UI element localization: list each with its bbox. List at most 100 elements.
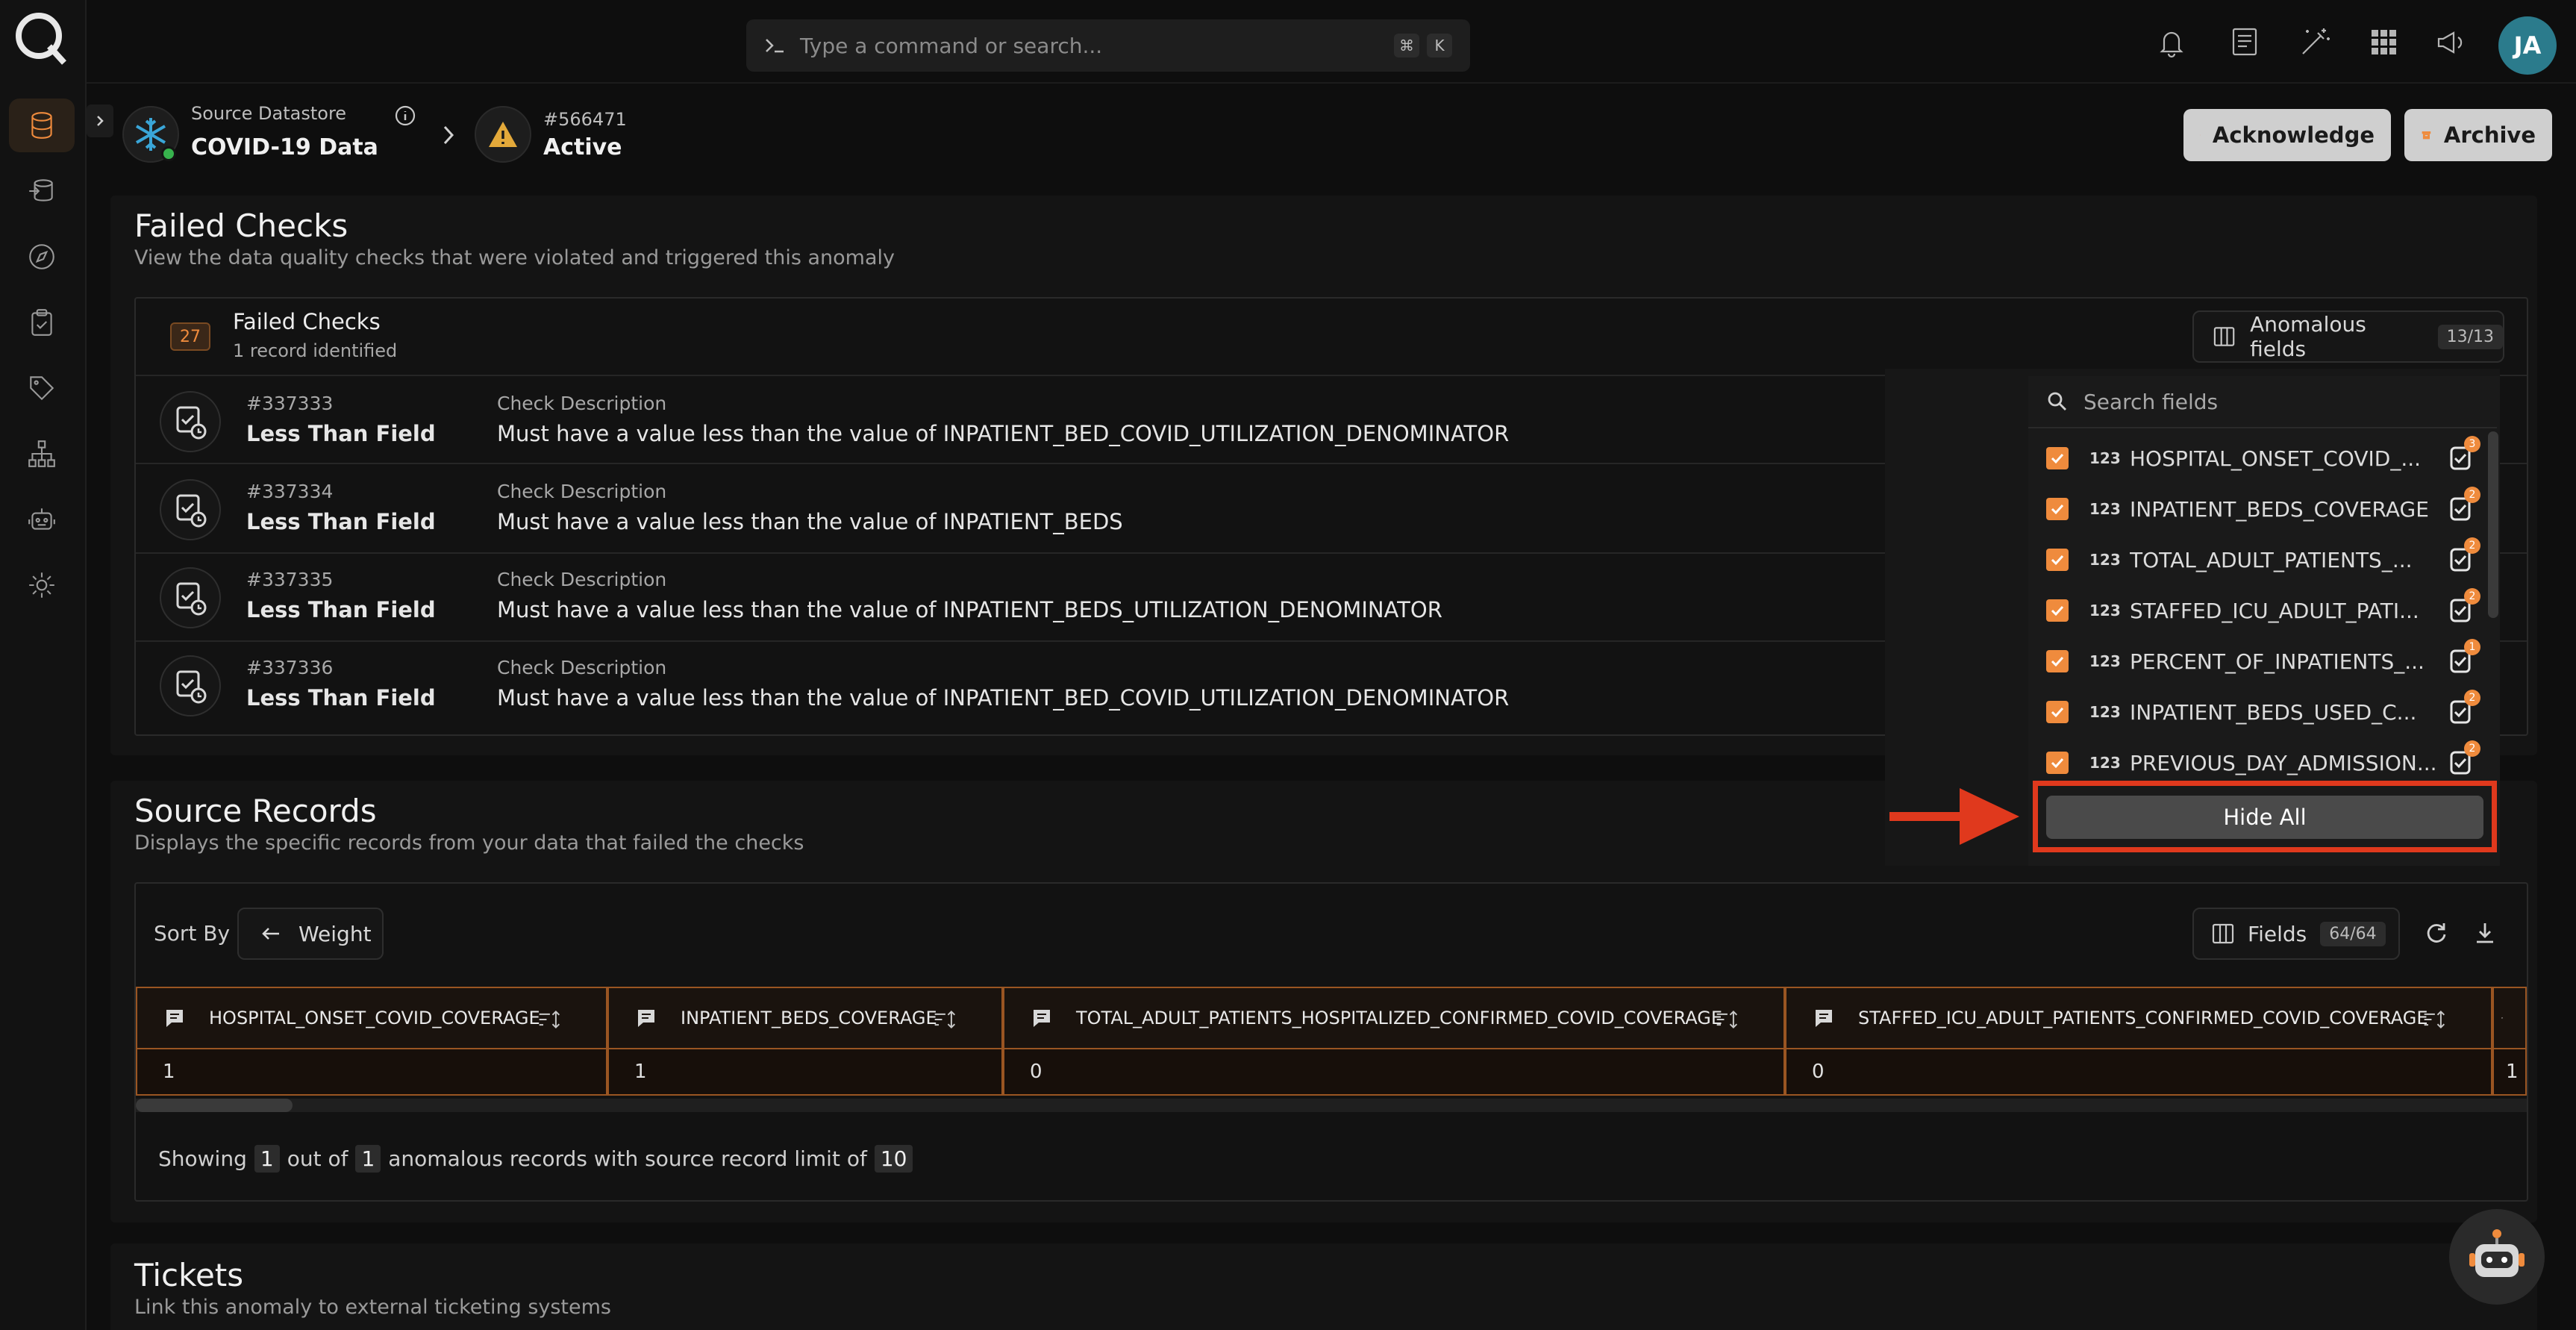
document-icon — [2232, 28, 2257, 56]
shortcut-key-k: K — [1427, 34, 1452, 57]
connection-status-dot — [161, 146, 176, 161]
field-check-count: 2 — [2464, 537, 2480, 554]
table-cell: 0 — [1003, 1049, 1785, 1096]
column-header[interactable]: STAFFED_ICU_ADULT_PATIENTS_CONFIRMED_COV… — [1785, 987, 2492, 1049]
field-checkbox[interactable] — [2046, 549, 2069, 571]
apps-button[interactable] — [2366, 24, 2401, 60]
columns-icon — [2213, 327, 2235, 346]
sort-icon[interactable] — [537, 1008, 561, 1031]
check-name: Less Than Field — [246, 597, 436, 622]
theme-button[interactable] — [2297, 24, 2333, 60]
field-checks-indicator: 2 — [2446, 537, 2480, 575]
field-checks-indicator: 2 — [2446, 588, 2480, 625]
field-check-count: 3 — [2464, 436, 2480, 452]
field-option[interactable]: 123 INPATIENT_BEDS_COVERAGE 2 — [2028, 484, 2482, 534]
nav-enrichment[interactable] — [9, 164, 75, 218]
failed-checks-title: Failed Checks — [134, 207, 348, 244]
check-description-label: Check Description — [497, 481, 667, 502]
nav-checks[interactable] — [9, 296, 75, 349]
expand-sidebar-button[interactable] — [87, 104, 113, 137]
field-option[interactable]: 123 HOSPITAL_ONSET_COVID_... 3 — [2028, 433, 2482, 484]
numeric-type-icon: 123 — [2089, 754, 2121, 772]
notifications-button[interactable] — [2154, 24, 2189, 60]
table-cell: 1 — [2492, 1049, 2527, 1096]
datastore-name[interactable]: COVID-19 Data — [191, 134, 378, 160]
scrollbar-thumb[interactable] — [136, 1099, 293, 1112]
datastore-info-button[interactable] — [394, 104, 416, 127]
nav-explore[interactable] — [9, 230, 75, 284]
announcements-button[interactable] — [2433, 24, 2469, 60]
nav-flows[interactable] — [9, 427, 75, 481]
field-option[interactable]: 123 STAFFED_ICU_ADULT_PATI... 2 — [2028, 585, 2482, 636]
table-cell: 1 — [607, 1049, 1003, 1096]
check-description-label: Check Description — [497, 657, 667, 678]
check-description-label: Check Description — [497, 569, 667, 590]
database-icon — [31, 112, 52, 139]
field-check-count: 1 — [2464, 639, 2480, 655]
check-type-icon — [160, 655, 221, 716]
dropdown-scrollbar[interactable] — [2488, 431, 2498, 618]
check-id[interactable]: #337336 — [246, 657, 333, 678]
field-checks-indicator: 2 — [2446, 487, 2480, 524]
column-name: HOSPITAL_ONSET_COVID_COVERAGE — [209, 1008, 540, 1028]
sort-by-button[interactable]: Weight — [237, 908, 384, 960]
column-header[interactable]: INPATIENT_BEDS_COVERAGE — [607, 987, 1003, 1049]
field-option[interactable]: 123 PERCENT_OF_INPATIENTS_... 1 — [2028, 636, 2482, 687]
archive-button[interactable]: Archive — [2404, 109, 2552, 161]
nav-datastores[interactable] — [9, 99, 75, 152]
failed-checks-count-badge: 27 — [170, 322, 210, 351]
source-records-title: Source Records — [134, 793, 377, 829]
nav-agents[interactable] — [9, 493, 75, 546]
sort-icon[interactable] — [933, 1008, 957, 1031]
field-checkbox[interactable] — [2046, 650, 2069, 672]
arrow-left-icon — [262, 928, 279, 940]
left-nav-rail — [0, 0, 87, 1330]
assistant-button[interactable] — [2449, 1209, 2545, 1305]
app-logo[interactable] — [10, 7, 70, 67]
column-header[interactable]: TOTAL_ADULT_PATIENTS_HOSPITALIZED_CONFIR… — [1003, 987, 1785, 1049]
user-avatar[interactable]: JA — [2498, 16, 2557, 75]
sort-icon[interactable] — [2422, 1008, 2446, 1031]
anomaly-status: Active — [543, 134, 622, 160]
column-header[interactable]: HOSPITAL_ONSET_COVID_COVERAGE — [136, 987, 607, 1049]
highlight-box — [2033, 781, 2497, 852]
command-search-bar[interactable]: Type a command or search... ⌘ K — [746, 19, 1470, 72]
check-id[interactable]: #337335 — [246, 569, 333, 590]
check-id[interactable]: #337333 — [246, 393, 333, 414]
source-records-subtitle: Displays the specific records from your … — [134, 831, 804, 855]
field-check-count: 2 — [2464, 588, 2480, 605]
fields-button[interactable]: Fields 64/64 — [2192, 908, 2400, 960]
field-name: HOSPITAL_ONSET_COVID_... — [2130, 446, 2422, 471]
refresh-button[interactable] — [2422, 920, 2449, 949]
check-id[interactable]: #337334 — [246, 481, 333, 502]
logo-icon — [16, 13, 66, 65]
eye-icon — [2200, 134, 2201, 136]
anomalous-fields-button[interactable]: Anomalous fields 13/13 — [2192, 310, 2504, 363]
table-horizontal-scrollbar[interactable] — [136, 1099, 2527, 1112]
field-option[interactable]: 123 INPATIENT_BEDS_USED_C... 2 — [2028, 687, 2482, 737]
field-checkbox[interactable] — [2046, 701, 2069, 723]
nav-tags[interactable] — [9, 361, 75, 415]
checkmark-icon — [2051, 453, 2064, 464]
check-description: Must have a value less than the value of… — [497, 421, 1510, 446]
tag-icon — [30, 376, 54, 401]
docs-button[interactable] — [2227, 24, 2263, 60]
acknowledge-button[interactable]: Acknowledge — [2183, 109, 2391, 161]
fields-search[interactable]: Search fields — [2028, 376, 2497, 428]
field-checkbox[interactable] — [2046, 752, 2069, 774]
field-option[interactable]: 123 TOTAL_ADULT_PATIENTS_... 2 — [2028, 534, 2482, 585]
field-name: PREVIOUS_DAY_ADMISSION... — [2130, 750, 2437, 775]
field-checkbox[interactable] — [2046, 447, 2069, 469]
field-checkbox[interactable] — [2046, 599, 2069, 622]
sort-icon[interactable] — [1715, 1008, 1739, 1031]
checkmark-icon — [2051, 707, 2064, 718]
bell-icon — [2160, 31, 2183, 58]
column-header[interactable] — [2492, 987, 2527, 1049]
download-button[interactable] — [2472, 920, 2498, 949]
field-checkbox[interactable] — [2046, 498, 2069, 520]
fields-label: Fields — [2248, 921, 2307, 946]
anomaly-avatar — [475, 106, 531, 163]
field-check-count: 2 — [2464, 690, 2480, 706]
nav-settings[interactable] — [9, 558, 75, 612]
warning-icon — [489, 122, 517, 147]
